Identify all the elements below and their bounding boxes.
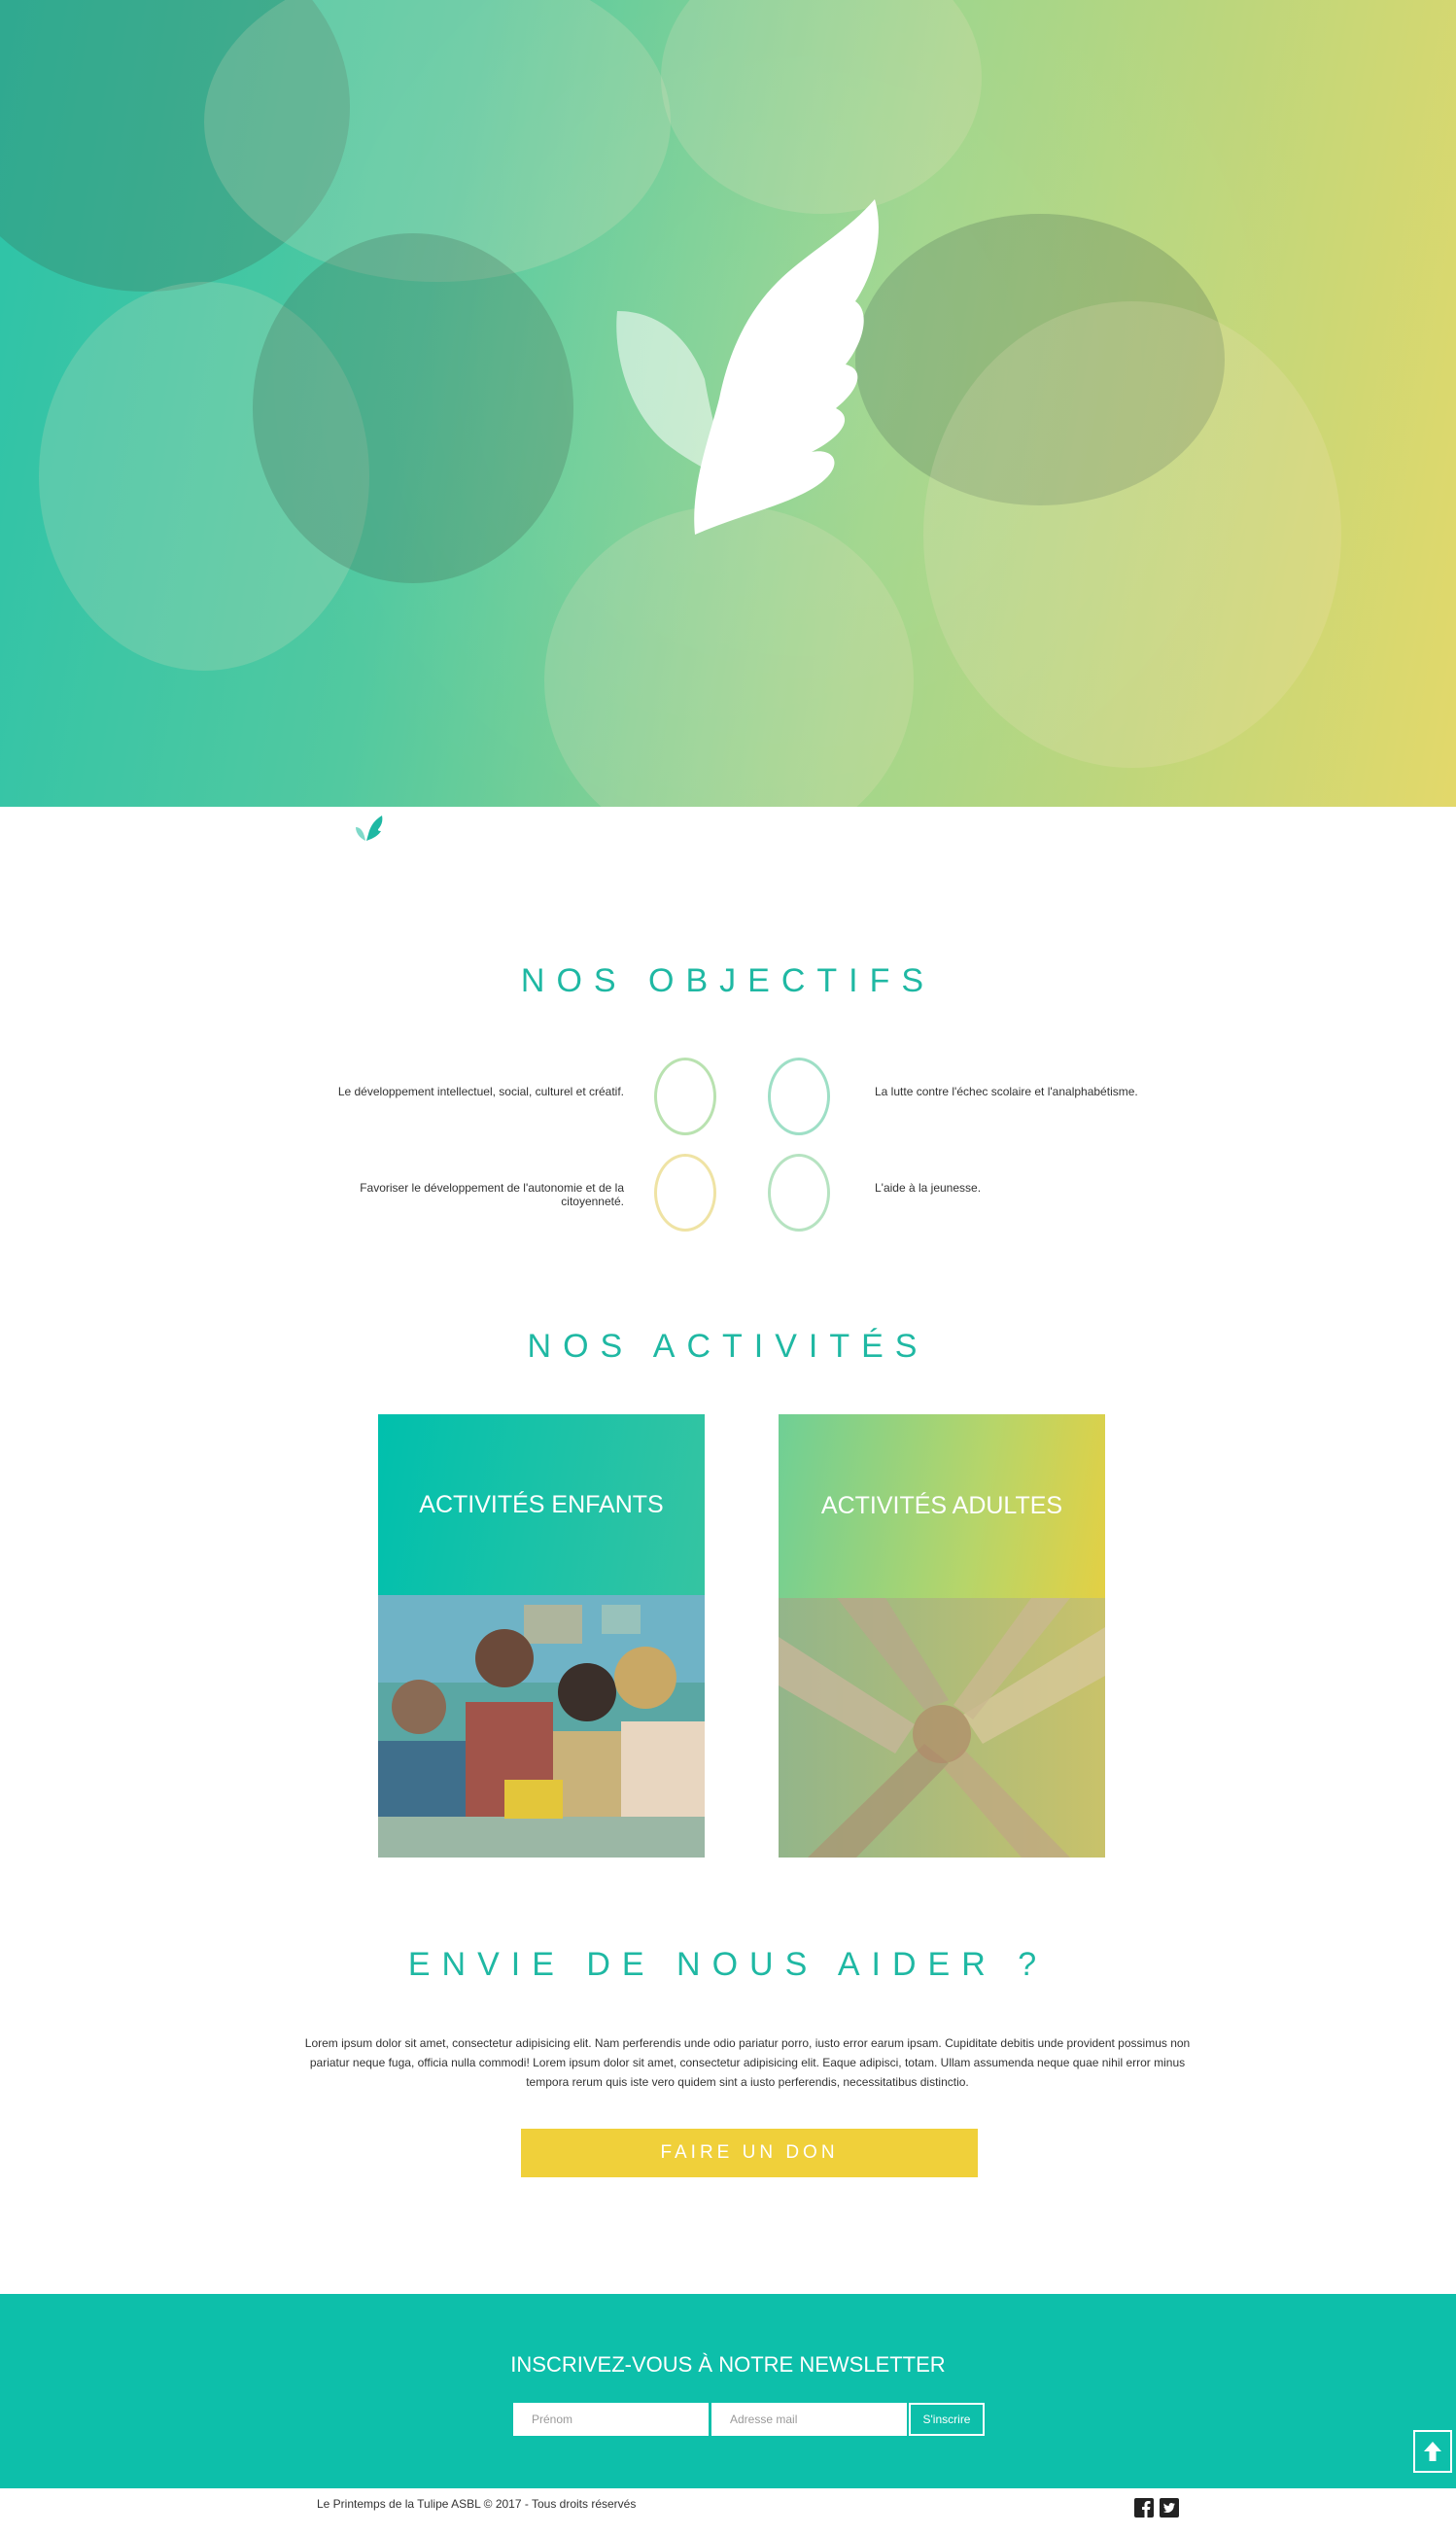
scroll-top-button[interactable]	[1413, 2430, 1452, 2473]
twitter-icon[interactable]	[1160, 2498, 1179, 2518]
children-workshop-photo	[378, 1595, 705, 1858]
objective-circle	[768, 1154, 830, 1232]
help-title: ENVIE DE NOUS AIDER ?	[407, 1946, 1049, 1983]
activity-card-adults[interactable]: ACTIVITÉS ADULTES	[779, 1414, 1105, 1858]
objective-text: La lutte contre l'échec scolaire et l'an…	[875, 1085, 1138, 1098]
newsletter-section: INSCRIVEZ-VOUS À NOTRE NEWSLETTER Prénom…	[0, 2294, 1456, 2488]
activity-card-children[interactable]: ACTIVITÉS ENFANTS	[378, 1414, 705, 1858]
hero-banner	[0, 0, 1456, 807]
firstname-input[interactable]: Prénom	[513, 2403, 709, 2436]
objectives-title: NOS OBJECTIFS	[520, 962, 936, 999]
activities-title: NOS ACTIVITÉS	[527, 1328, 929, 1365]
footer-copyright: Le Printemps de la Tulipe ASBL © 2017 - …	[317, 2497, 637, 2511]
arrow-up-icon	[1424, 2442, 1441, 2461]
facebook-icon[interactable]	[1134, 2498, 1154, 2518]
help-text: Lorem ipsum dolor sit amet, consectetur …	[304, 2036, 1191, 2089]
objective-circle	[654, 1058, 716, 1135]
hands-together-photo	[779, 1598, 1105, 1858]
wing-icon[interactable]	[355, 815, 384, 842]
newsletter-title: INSCRIVEZ-VOUS À NOTRE NEWSLETTER	[510, 2352, 946, 2377]
card-title: ACTIVITÉS ENFANTS	[419, 1490, 664, 1518]
objective-text: L'aide à la jeunesse.	[875, 1181, 982, 1195]
card-title: ACTIVITÉS ADULTES	[820, 1492, 1063, 1519]
card-header: ACTIVITÉS ENFANTS	[378, 1414, 705, 1595]
email-input[interactable]: Adresse mail	[711, 2403, 907, 2436]
objective-text: Favoriser le développement de l'autonomi…	[360, 1181, 624, 1208]
card-header: ACTIVITÉS ADULTES	[779, 1414, 1105, 1598]
subscribe-button[interactable]: S'inscrire	[909, 2403, 985, 2436]
objective-circle	[654, 1154, 716, 1232]
objective-circle	[768, 1058, 830, 1135]
wing-icon	[616, 199, 879, 535]
donate-button[interactable]: FAIRE UN DON	[521, 2129, 978, 2177]
objective-text: Le développement intellectuel, social, c…	[337, 1085, 624, 1098]
